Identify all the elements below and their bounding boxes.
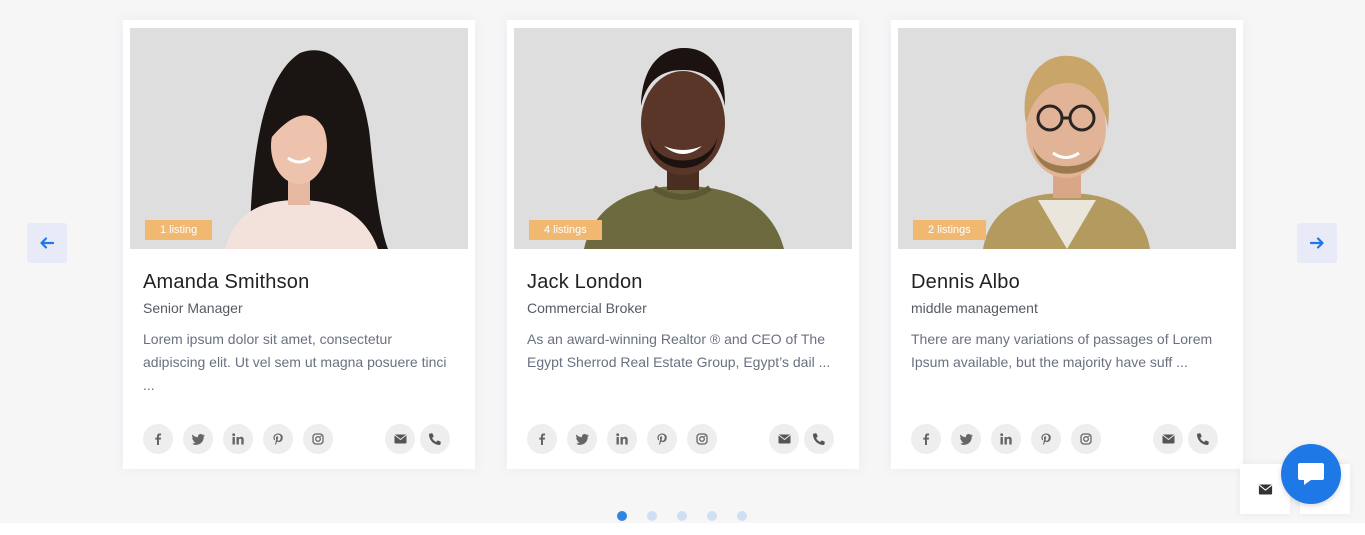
- phone-icon: [1197, 433, 1209, 445]
- pagination-dot[interactable]: [677, 511, 687, 521]
- contact-links: [1153, 424, 1218, 454]
- envelope-icon: [393, 434, 407, 444]
- phone-icon: [813, 433, 825, 445]
- facebook-icon: [923, 433, 930, 445]
- twitter-button[interactable]: [951, 424, 981, 454]
- envelope-icon: [1258, 484, 1272, 494]
- agent-card: 1 listing Amanda Smithson Senior Manager…: [123, 20, 475, 469]
- linkedin-button[interactable]: [607, 424, 637, 454]
- facebook-button[interactable]: [143, 424, 173, 454]
- linkedin-button[interactable]: [223, 424, 253, 454]
- chat-button[interactable]: [1281, 444, 1341, 504]
- phone-button[interactable]: [1188, 424, 1218, 454]
- agent-role: Senior Manager: [143, 300, 243, 316]
- twitter-icon: [959, 434, 973, 445]
- linkedin-icon: [1000, 433, 1012, 445]
- social-links: [527, 424, 717, 454]
- contact-links: [385, 424, 450, 454]
- agent-role: middle management: [911, 300, 1038, 316]
- email-button[interactable]: [1153, 424, 1183, 454]
- facebook-icon: [155, 433, 162, 445]
- chat-bubble-icon: [1298, 463, 1324, 485]
- pinterest-icon: [273, 433, 283, 445]
- email-button[interactable]: [385, 424, 415, 454]
- social-links: [143, 424, 333, 454]
- listing-count-badge[interactable]: 2 listings: [913, 220, 986, 240]
- agent-bio: As an award-winning Realtor ® and CEO of…: [527, 331, 831, 370]
- carousel-pagination: [617, 511, 747, 521]
- social-links: [911, 424, 1101, 454]
- pinterest-button[interactable]: [1031, 424, 1061, 454]
- twitter-button[interactable]: [567, 424, 597, 454]
- pinterest-button[interactable]: [263, 424, 293, 454]
- contact-links: [769, 424, 834, 454]
- agent-name[interactable]: Amanda Smithson: [143, 271, 309, 294]
- agent-role: Commercial Broker: [527, 300, 647, 316]
- pagination-dot[interactable]: [707, 511, 717, 521]
- listing-count-badge[interactable]: 1 listing: [145, 220, 213, 240]
- carousel-prev-button[interactable]: [27, 223, 67, 263]
- listing-count-badge[interactable]: 4 listings: [529, 220, 602, 240]
- agent-photo[interactable]: 1 listing: [130, 28, 468, 249]
- pagination-dot[interactable]: [647, 511, 657, 521]
- agent-card: 4 listings Jack London Commercial Broker…: [507, 20, 859, 469]
- instagram-button[interactable]: [303, 424, 333, 454]
- agent-bio: There are many variations of passages of…: [911, 331, 1213, 370]
- footer-strip: [0, 523, 1365, 535]
- arrow-right-icon: [1310, 237, 1324, 249]
- twitter-icon: [575, 434, 589, 445]
- agent-name[interactable]: Dennis Albo: [911, 271, 1020, 294]
- linkedin-icon: [616, 433, 628, 445]
- agent-bio: Lorem ipsum dolor sit amet, consectetur …: [143, 331, 447, 393]
- phone-button[interactable]: [420, 424, 450, 454]
- pinterest-button[interactable]: [647, 424, 677, 454]
- email-button[interactable]: [769, 424, 799, 454]
- linkedin-button[interactable]: [991, 424, 1021, 454]
- carousel-next-button[interactable]: [1297, 223, 1337, 263]
- phone-button[interactable]: [804, 424, 834, 454]
- instagram-icon: [312, 433, 324, 445]
- pinterest-icon: [657, 433, 667, 445]
- linkedin-icon: [232, 433, 244, 445]
- twitter-icon: [191, 434, 205, 445]
- agent-photo[interactable]: 2 listings: [898, 28, 1236, 249]
- arrow-left-icon: [40, 237, 54, 249]
- phone-icon: [429, 433, 441, 445]
- facebook-icon: [539, 433, 546, 445]
- pinterest-icon: [1041, 433, 1051, 445]
- instagram-button[interactable]: [1071, 424, 1101, 454]
- agent-photo[interactable]: 4 listings: [514, 28, 852, 249]
- twitter-button[interactable]: [183, 424, 213, 454]
- envelope-icon: [777, 434, 791, 444]
- instagram-icon: [696, 433, 708, 445]
- instagram-icon: [1080, 433, 1092, 445]
- agent-name[interactable]: Jack London: [527, 271, 643, 294]
- instagram-button[interactable]: [687, 424, 717, 454]
- envelope-icon: [1161, 434, 1175, 444]
- agent-card: 2 listings Dennis Albo middle management…: [891, 20, 1243, 469]
- pagination-dot[interactable]: [737, 511, 747, 521]
- facebook-button[interactable]: [527, 424, 557, 454]
- facebook-button[interactable]: [911, 424, 941, 454]
- pagination-dot[interactable]: [617, 511, 627, 521]
